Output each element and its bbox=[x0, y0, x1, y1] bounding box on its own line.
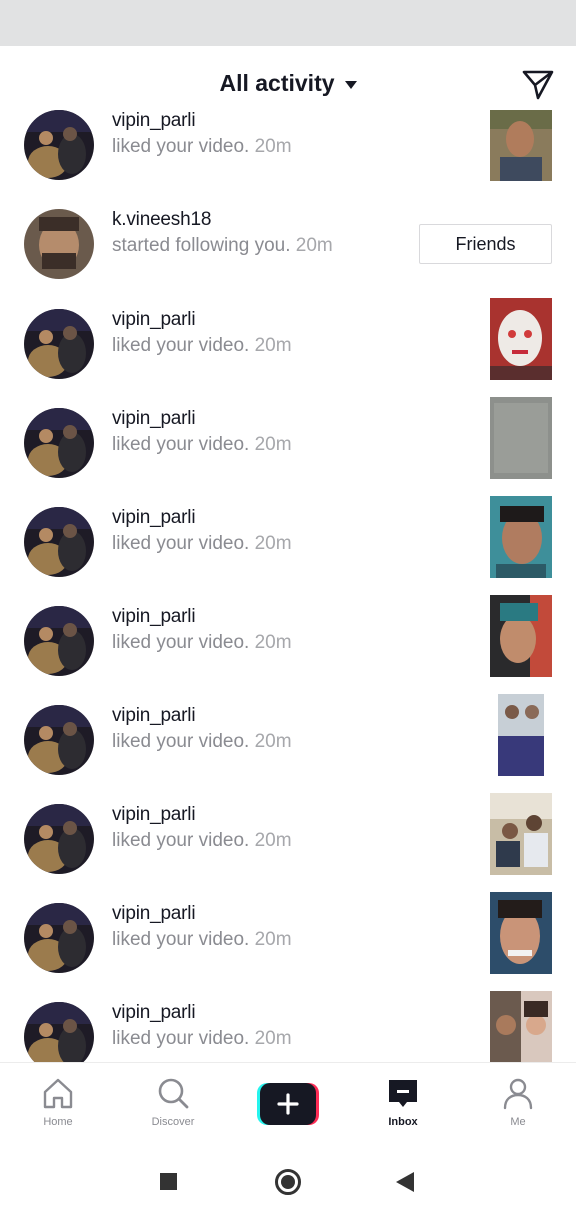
username[interactable]: k.vineesh18 bbox=[112, 208, 333, 232]
status-bar bbox=[0, 0, 576, 46]
timestamp: 20m bbox=[254, 1028, 292, 1049]
activity-text: liked your video. bbox=[112, 533, 250, 554]
activity-text: liked your video. bbox=[112, 1028, 250, 1049]
tab-label: Inbox bbox=[388, 1116, 418, 1128]
list-item[interactable]: vipin_parli liked your video. 20m bbox=[0, 583, 576, 682]
video-thumbnail[interactable] bbox=[490, 595, 552, 677]
search-icon bbox=[158, 1078, 189, 1109]
inbox-icon bbox=[389, 1080, 417, 1107]
notification-text: k.vineesh18 started following you. 20m bbox=[112, 208, 333, 259]
timestamp: 20m bbox=[254, 929, 292, 950]
notification-text: vipin_parli liked your video. 20m bbox=[112, 902, 292, 953]
avatar[interactable] bbox=[24, 705, 94, 775]
caret-down-icon bbox=[344, 80, 357, 89]
profile-icon bbox=[503, 1078, 533, 1110]
username[interactable]: vipin_parli bbox=[112, 1001, 292, 1025]
activity-text: liked your video. bbox=[112, 830, 250, 851]
system-nav-bar bbox=[0, 1142, 576, 1216]
tab-label: Me bbox=[510, 1116, 526, 1128]
timestamp: 20m bbox=[254, 434, 292, 455]
avatar[interactable] bbox=[24, 606, 94, 676]
video-thumbnail[interactable] bbox=[490, 694, 552, 776]
avatar[interactable] bbox=[24, 209, 94, 279]
back-icon[interactable] bbox=[396, 1172, 414, 1192]
avatar[interactable] bbox=[24, 110, 94, 180]
username[interactable]: vipin_parli bbox=[112, 704, 292, 728]
username[interactable]: vipin_parli bbox=[112, 407, 292, 431]
tab-me[interactable]: Me bbox=[472, 1075, 564, 1135]
activity-text: liked your video. bbox=[112, 929, 250, 950]
avatar[interactable] bbox=[24, 903, 94, 973]
create-button[interactable] bbox=[257, 1083, 319, 1125]
timestamp: 20m bbox=[254, 632, 292, 653]
video-thumbnail[interactable] bbox=[490, 892, 552, 974]
activity-text: liked your video. bbox=[112, 136, 250, 157]
tab-home[interactable]: Home bbox=[12, 1075, 104, 1135]
timestamp: 20m bbox=[254, 830, 292, 851]
video-thumbnail[interactable] bbox=[490, 110, 552, 181]
home-icon bbox=[43, 1078, 73, 1109]
activity-filter[interactable]: All activity bbox=[0, 70, 576, 97]
notification-text: vipin_parli liked your video. 20m bbox=[112, 110, 292, 160]
video-thumbnail[interactable] bbox=[490, 298, 552, 380]
avatar[interactable] bbox=[24, 408, 94, 478]
video-thumbnail[interactable] bbox=[490, 991, 552, 1062]
avatar[interactable] bbox=[24, 507, 94, 577]
activity-text: started following you. bbox=[112, 235, 291, 256]
username[interactable]: vipin_parli bbox=[112, 506, 292, 530]
notification-text: vipin_parli liked your video. 20m bbox=[112, 506, 292, 557]
home-nav-icon[interactable] bbox=[275, 1169, 301, 1195]
list-item[interactable]: vipin_parli liked your video. 20m bbox=[0, 385, 576, 484]
tab-inbox[interactable]: Inbox bbox=[357, 1075, 449, 1135]
list-item[interactable]: vipin_parli liked your video. 20m bbox=[0, 781, 576, 880]
activity-text: liked your video. bbox=[112, 731, 250, 752]
video-thumbnail[interactable] bbox=[490, 397, 552, 479]
activity-text: liked your video. bbox=[112, 632, 250, 653]
notification-text: vipin_parli liked your video. 20m bbox=[112, 407, 292, 458]
notification-text: vipin_parli liked your video. 20m bbox=[112, 605, 292, 656]
timestamp: 20m bbox=[254, 731, 292, 752]
username[interactable]: vipin_parli bbox=[112, 803, 292, 827]
recents-icon[interactable] bbox=[160, 1173, 177, 1190]
avatar[interactable] bbox=[24, 804, 94, 874]
username[interactable]: vipin_parli bbox=[112, 605, 292, 629]
friends-button[interactable]: Friends bbox=[419, 224, 552, 264]
notification-text: vipin_parli liked your video. 20m bbox=[112, 803, 292, 854]
list-item[interactable]: vipin_parli liked your video. 20m bbox=[0, 880, 576, 979]
username[interactable]: vipin_parli bbox=[112, 308, 292, 332]
notification-text: vipin_parli liked your video. 20m bbox=[112, 704, 292, 755]
video-thumbnail[interactable] bbox=[490, 793, 552, 875]
timestamp: 20m bbox=[254, 335, 292, 356]
page-title: All activity bbox=[219, 70, 335, 96]
list-item[interactable]: vipin_parli liked your video. 20m bbox=[0, 110, 576, 186]
tab-label: Discover bbox=[151, 1116, 195, 1128]
activity-text: liked your video. bbox=[112, 335, 250, 356]
timestamp: 20m bbox=[254, 533, 292, 554]
paper-plane-icon[interactable] bbox=[520, 66, 556, 102]
avatar[interactable] bbox=[24, 309, 94, 379]
timestamp: 20m bbox=[254, 136, 292, 157]
video-thumbnail[interactable] bbox=[490, 496, 552, 578]
avatar[interactable] bbox=[24, 1002, 94, 1062]
notification-text: vipin_parli liked your video. 20m bbox=[112, 308, 292, 359]
list-item[interactable]: vipin_parli liked your video. 20m bbox=[0, 979, 576, 1062]
notification-text: vipin_parli liked your video. 20m bbox=[112, 1001, 292, 1052]
username[interactable]: vipin_parli bbox=[112, 110, 292, 133]
bottom-tab-bar: Home Discover Inbox Me bbox=[0, 1062, 576, 1142]
list-item[interactable]: vipin_parli liked your video. 20m bbox=[0, 484, 576, 583]
username[interactable]: vipin_parli bbox=[112, 902, 292, 926]
list-item[interactable]: vipin_parli liked your video. 20m bbox=[0, 682, 576, 781]
activity-text: liked your video. bbox=[112, 434, 250, 455]
tab-label: Home bbox=[43, 1116, 73, 1128]
activity-list[interactable]: vipin_parli liked your video. 20m k.vine… bbox=[0, 110, 576, 1062]
list-item[interactable]: vipin_parli liked your video. 20m bbox=[0, 286, 576, 385]
timestamp: 20m bbox=[295, 235, 333, 256]
tab-discover[interactable]: Discover bbox=[127, 1075, 219, 1135]
